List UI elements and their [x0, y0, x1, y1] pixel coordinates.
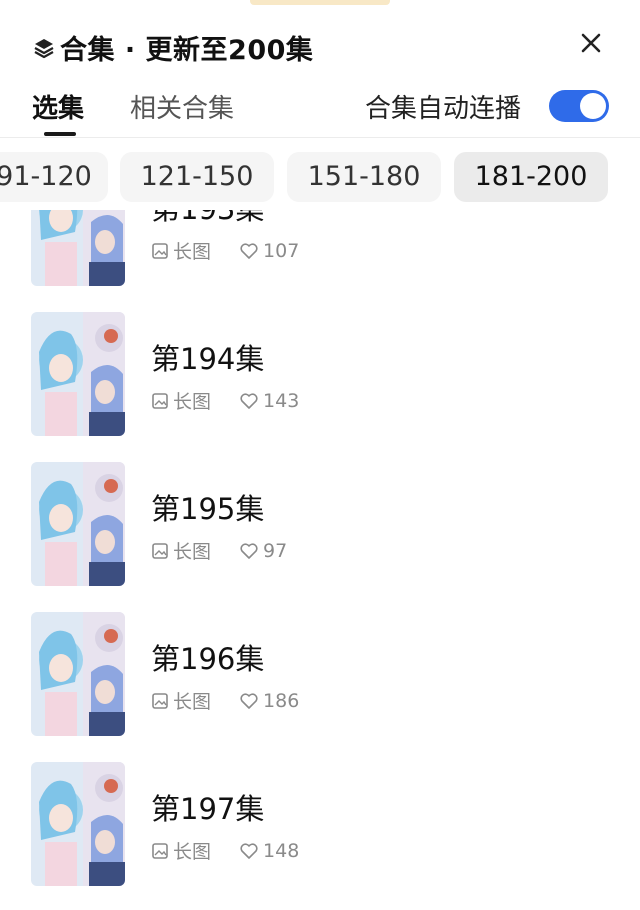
episode-sheet: 合集 · 更新至200集 选集 相关合集 合集自动连播 91-120 121-1…	[0, 0, 640, 910]
range-chip[interactable]: 121-150	[120, 152, 274, 202]
episode-meta: 长图 107	[151, 237, 299, 264]
range-chip-label: 121-150	[140, 161, 254, 192]
list-item[interactable]: 第193集 长图 107	[0, 210, 640, 292]
list-item[interactable]: 第196集 长图 186	[0, 612, 640, 742]
range-chip[interactable]: 151-180	[287, 152, 441, 202]
tab-episodes[interactable]: 选集	[32, 88, 84, 125]
image-icon	[152, 692, 168, 709]
range-selector: 91-120 121-150 151-180 181-200	[0, 152, 640, 204]
episode-title: 第195集	[151, 492, 265, 526]
autoplay-label: 合集自动连播	[365, 94, 522, 124]
episode-type: 长图	[173, 391, 212, 413]
sheet-header: 合集 · 更新至200集	[0, 0, 640, 90]
episode-thumbnail	[31, 312, 125, 436]
range-chip-label: 181-200	[474, 161, 588, 192]
tab-related-collections[interactable]: 相关合集	[130, 88, 234, 125]
anime-cover-image	[31, 210, 125, 286]
heart-icon	[240, 392, 258, 409]
like-count: 107	[263, 239, 300, 262]
anime-cover-image	[31, 612, 125, 736]
range-chip-label: 151-180	[307, 161, 421, 192]
header-divider	[0, 137, 640, 138]
title-group: 合集 · 更新至200集	[32, 28, 313, 67]
toggle-knob	[580, 93, 606, 119]
episode-meta: 长图 97	[151, 537, 287, 564]
heart-icon	[240, 242, 258, 259]
active-tab-indicator	[44, 132, 76, 136]
image-icon	[152, 542, 168, 559]
image-icon	[152, 392, 168, 409]
episode-thumbnail	[31, 210, 125, 286]
episode-thumbnail	[31, 462, 125, 586]
episode-type: 长图	[173, 691, 212, 713]
like-count: 186	[263, 689, 300, 712]
heart-icon	[240, 842, 258, 859]
episode-thumbnail	[31, 762, 125, 886]
anime-cover-image	[31, 462, 125, 586]
episode-title: 第194集	[151, 342, 265, 376]
close-icon[interactable]	[578, 30, 604, 56]
range-chip-label: 91-120	[0, 161, 92, 192]
episode-title: 第196集	[151, 642, 265, 676]
anime-cover-image	[31, 762, 125, 886]
tab-bar: 选集 相关合集 合集自动连播	[0, 82, 640, 136]
heart-icon	[240, 542, 258, 559]
like-count: 143	[263, 389, 300, 412]
list-item[interactable]: 第195集 长图 97	[0, 462, 640, 592]
range-chip-active[interactable]: 181-200	[454, 152, 608, 202]
episode-thumbnail	[31, 612, 125, 736]
episode-meta: 长图 143	[151, 387, 299, 414]
episode-title: 第197集	[151, 792, 265, 826]
episode-type: 长图	[173, 541, 212, 563]
episode-meta: 长图 148	[151, 837, 299, 864]
episode-meta: 长图 186	[151, 687, 299, 714]
episode-type: 长图	[173, 241, 212, 263]
image-icon	[152, 842, 168, 859]
heart-icon	[240, 692, 258, 709]
anime-cover-image	[31, 312, 125, 436]
episode-type: 长图	[173, 841, 212, 863]
autoplay-toggle[interactable]	[549, 90, 609, 122]
image-icon	[152, 242, 168, 259]
episode-title: 第193集	[151, 210, 264, 228]
like-count: 148	[263, 839, 300, 862]
list-item[interactable]: 第197集 长图 148	[0, 762, 640, 892]
sheet-title: 合集 · 更新至200集	[60, 35, 314, 66]
list-item[interactable]: 第194集 长图 143	[0, 312, 640, 442]
layers-icon	[34, 38, 54, 58]
like-count: 97	[263, 539, 288, 562]
episode-list: 第193集 长图 107	[0, 210, 640, 910]
range-chip[interactable]: 91-120	[0, 152, 108, 202]
